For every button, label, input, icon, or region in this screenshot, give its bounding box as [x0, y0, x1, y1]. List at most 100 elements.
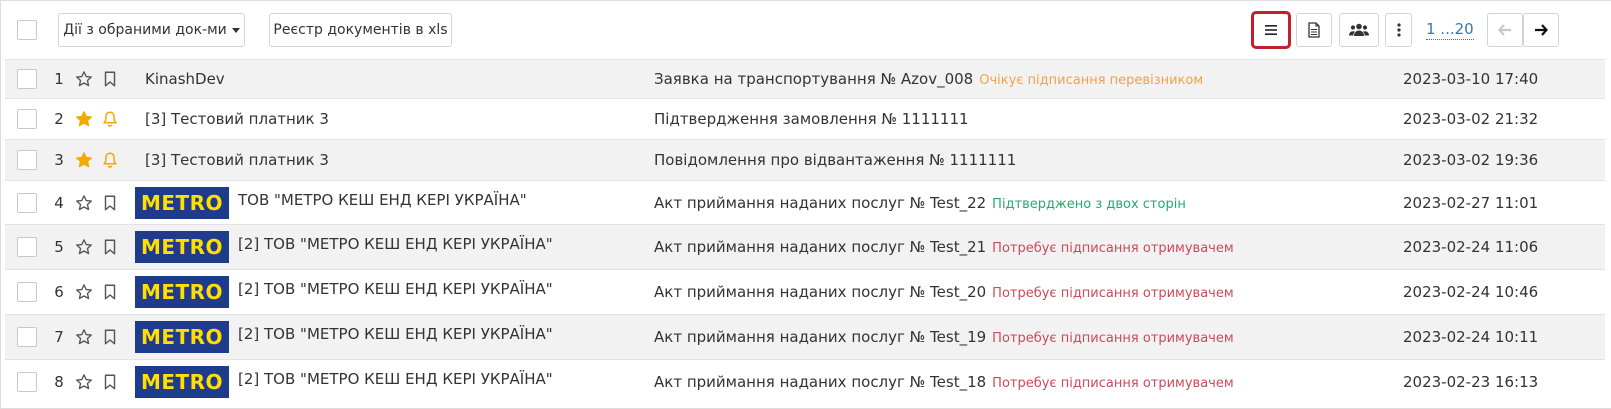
- metro-logo-text: METRO: [140, 190, 224, 215]
- table-row[interactable]: 7 METRO [2] ТОВ "МЕТРО КЕШ ЕНД КЕРІ УКРАЇН…: [5, 314, 1605, 359]
- select-all-checkbox[interactable]: [17, 20, 37, 40]
- users-icon: [1349, 23, 1369, 36]
- row-checkbox[interactable]: [17, 150, 37, 170]
- document-title[interactable]: Акт приймання наданих послуг № Test_21: [654, 238, 986, 256]
- star-icon[interactable]: [75, 70, 93, 92]
- bookmark-icon[interactable]: [101, 373, 119, 395]
- star-icon[interactable]: [75, 194, 93, 216]
- bookmark-icon[interactable]: [101, 283, 119, 305]
- bookmark-icon[interactable]: [101, 194, 119, 216]
- previous-page-button[interactable]: [1487, 13, 1523, 47]
- star-filled-icon[interactable]: [75, 151, 93, 173]
- metro-logo: METRO: [135, 276, 229, 308]
- more-options-button[interactable]: [1385, 13, 1412, 47]
- document-date: 2023-02-23 16:13: [1403, 373, 1539, 391]
- row-number: 4: [54, 193, 64, 212]
- export-xls-label: Реєстр документів в xls: [273, 22, 448, 38]
- status-badge: Потребує підписання отримувачем: [992, 331, 1234, 346]
- bulk-actions-dropdown[interactable]: Дії з обраними док-ми: [58, 13, 245, 47]
- document-date: 2023-02-24 10:11: [1403, 328, 1539, 346]
- table-row[interactable]: 1 KinashDev Заявка на транспортування № Az…: [5, 59, 1605, 98]
- document-cell[interactable]: Заявка на транспортування № Azov_008 Очік…: [654, 69, 1203, 91]
- bookmark-icon[interactable]: [101, 238, 119, 260]
- document-icon: [1308, 22, 1320, 38]
- sender-name[interactable]: [3] Тестовий платник 3: [145, 109, 329, 129]
- sender-name[interactable]: ТОВ "МЕТРО КЕШ ЕНД КЕРІ УКРАЇНА": [238, 190, 527, 210]
- row-checkbox[interactable]: [17, 372, 37, 392]
- document-cell[interactable]: Акт приймання наданих послуг № Test_22 Пі…: [654, 193, 1186, 215]
- bookmark-icon[interactable]: [101, 70, 119, 92]
- document-title[interactable]: Акт приймання наданих послуг № Test_22: [654, 194, 986, 212]
- list-icon: [1265, 25, 1277, 35]
- document-cell[interactable]: Акт приймання наданих послуг № Test_20 По…: [654, 282, 1234, 304]
- pagination-range[interactable]: 1 ...20: [1426, 19, 1474, 40]
- table-row[interactable]: 8 METRO [2] ТОВ "МЕТРО КЕШ ЕНД КЕРІ УКРАЇН…: [5, 359, 1605, 404]
- metro-logo-text: METRO: [140, 370, 224, 394]
- sender-name[interactable]: [2] ТОВ "МЕТРО КЕШ ЕНД КЕРІ УКРАЇНА": [238, 324, 553, 344]
- metro-logo: METRO: [135, 231, 229, 263]
- sender-name[interactable]: [2] ТОВ "МЕТРО КЕШ ЕНД КЕРІ УКРАЇНА": [238, 279, 553, 299]
- next-page-button[interactable]: [1523, 13, 1559, 47]
- metro-logo-text: METRO: [140, 280, 224, 304]
- sender-name[interactable]: [2] ТОВ "МЕТРО КЕШ ЕНД КЕРІ УКРАЇНА": [238, 234, 553, 254]
- row-checkbox[interactable]: [17, 237, 37, 257]
- row-checkbox[interactable]: [17, 69, 37, 89]
- row-number: 1: [54, 70, 64, 88]
- star-icon[interactable]: [75, 373, 93, 395]
- document-title[interactable]: Акт приймання наданих послуг № Test_18: [654, 373, 986, 391]
- list-view-button[interactable]: [1251, 11, 1291, 49]
- toolbar: Дії з обраними док-ми Реєстр документів …: [0, 0, 1611, 60]
- document-title[interactable]: Акт приймання наданих послуг № Test_19: [654, 328, 986, 346]
- metro-logo: METRO: [135, 366, 229, 398]
- export-xls-button[interactable]: Реєстр документів в xls: [269, 13, 452, 47]
- document-date: 2023-02-27 11:01: [1403, 193, 1539, 212]
- document-title[interactable]: Заявка на транспортування № Azov_008: [654, 70, 973, 88]
- group-view-button[interactable]: [1339, 13, 1379, 47]
- table-row[interactable]: 2 [3] Тестовий платник 3 Підтвердження зам…: [5, 98, 1605, 139]
- row-checkbox[interactable]: [17, 282, 37, 302]
- document-date: 2023-02-24 11:06: [1403, 238, 1539, 256]
- star-icon[interactable]: [75, 238, 93, 260]
- row-number: 5: [54, 238, 64, 256]
- metro-logo-text: METRO: [140, 235, 224, 259]
- document-title[interactable]: Підтвердження замовлення № 1111111: [654, 110, 969, 128]
- status-badge: Потребує підписання отримувачем: [992, 376, 1234, 391]
- table-row[interactable]: 6 METRO [2] ТОВ "МЕТРО КЕШ ЕНД КЕРІ УКРАЇН…: [5, 269, 1605, 314]
- row-number: 6: [54, 283, 64, 301]
- row-number: 3: [54, 151, 64, 169]
- document-cell[interactable]: Акт приймання наданих послуг № Test_21 По…: [654, 237, 1234, 259]
- document-title[interactable]: Акт приймання наданих послуг № Test_20: [654, 283, 986, 301]
- star-icon[interactable]: [75, 283, 93, 305]
- row-number: 7: [54, 328, 64, 346]
- more-vertical-icon: [1396, 23, 1401, 37]
- document-cell[interactable]: Підтвердження замовлення № 1111111: [654, 109, 969, 129]
- row-number: 2: [54, 110, 64, 128]
- bookmark-icon[interactable]: [101, 328, 119, 350]
- status-badge: Потребує підписання отримувачем: [992, 241, 1234, 256]
- bell-icon[interactable]: [101, 110, 119, 132]
- table-row[interactable]: 5 METRO [2] ТОВ "МЕТРО КЕШ ЕНД КЕРІ УКРАЇН…: [5, 224, 1605, 269]
- document-date: 2023-03-02 21:32: [1403, 110, 1539, 128]
- sender-name[interactable]: KinashDev: [145, 69, 225, 89]
- metro-logo: METRO: [135, 186, 229, 219]
- sender-name[interactable]: [3] Тестовий платник 3: [145, 150, 329, 170]
- star-icon[interactable]: [75, 328, 93, 350]
- document-cell[interactable]: Повідомлення про відвантаження № 1111111: [654, 150, 1016, 170]
- metro-logo-text: METRO: [140, 325, 224, 349]
- star-filled-icon[interactable]: [75, 110, 93, 132]
- document-cell[interactable]: Акт приймання наданих послуг № Test_18 По…: [654, 372, 1234, 394]
- row-checkbox[interactable]: [17, 327, 37, 347]
- arrow-right-icon: [1535, 24, 1548, 36]
- table-row[interactable]: 4 METRO ТОВ "МЕТРО КЕШ ЕНД КЕРІ УКРАЇНА" Ак…: [5, 180, 1605, 224]
- document-view-button[interactable]: [1296, 13, 1332, 47]
- document-date: 2023-03-02 19:36: [1403, 151, 1539, 169]
- document-title[interactable]: Повідомлення про відвантаження № 1111111: [654, 151, 1016, 169]
- table-row[interactable]: 3 [3] Тестовий платник 3 Повідомлення про …: [5, 139, 1605, 180]
- sender-name[interactable]: [2] ТОВ "МЕТРО КЕШ ЕНД КЕРІ УКРАЇНА": [238, 369, 553, 389]
- row-checkbox[interactable]: [17, 192, 37, 213]
- status-badge: Очікує підписання перевізником: [979, 73, 1204, 88]
- row-checkbox[interactable]: [17, 109, 37, 129]
- document-cell[interactable]: Акт приймання наданих послуг № Test_19 По…: [654, 327, 1234, 349]
- bell-icon[interactable]: [101, 151, 119, 173]
- status-badge: Підтверджено з двох сторін: [992, 196, 1186, 212]
